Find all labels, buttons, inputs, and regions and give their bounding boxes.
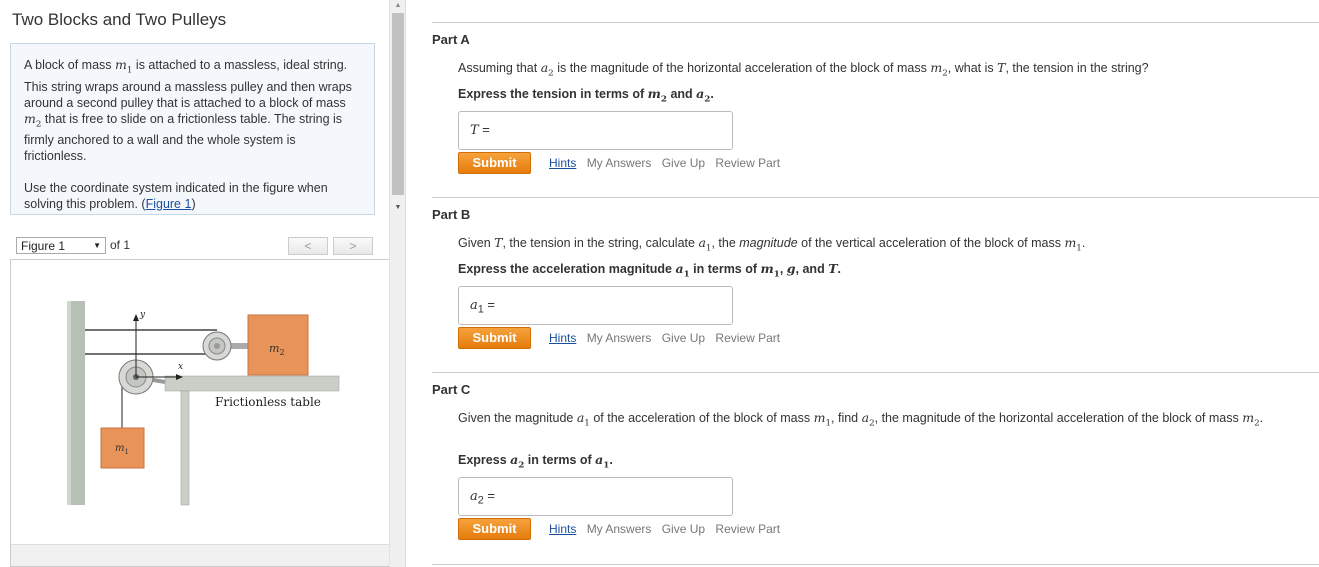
problem-paragraph-1: A block of mass m1 is attached to a mass… [24, 57, 352, 163]
part-b-submit-button[interactable]: Submit [458, 327, 531, 349]
chevron-down-icon: ▼ [93, 241, 101, 250]
part-c-give-up-link[interactable]: Give Up [662, 522, 705, 536]
x-axis-label: x [178, 362, 183, 372]
scroll-up-arrow-icon[interactable]: ▲ [390, 0, 406, 12]
part-a-give-up-link[interactable]: Give Up [662, 156, 705, 170]
part-c-submit-button[interactable]: Submit [458, 518, 531, 540]
part-a-submit-button[interactable]: Submit [458, 152, 531, 174]
figure-count: of 1 [110, 238, 131, 252]
figure-link[interactable]: Figure 1 [146, 197, 192, 211]
part-b-review-part-link[interactable]: Review Part [715, 331, 780, 345]
part-b-give-up-link[interactable]: Give Up [662, 331, 705, 345]
part-a: Part A Assuming that a2 is the magnitude… [432, 22, 1319, 192]
var-m1: m1 [115, 57, 133, 76]
problem-title: Two Blocks and Two Pulleys [12, 10, 227, 29]
part-a-instructions: Express the tension in terms of m2 and a… [458, 86, 714, 105]
problem-paragraph-2: Use the coordinate system indicated in t… [24, 181, 328, 211]
left-panel: Two Blocks and Two Pulleys A block of ma… [0, 0, 392, 567]
part-a-question: Assuming that a2 is the magnitude of the… [458, 60, 1149, 79]
part-b-answer-input[interactable]: a1 = [458, 286, 733, 325]
part-a-answer-input[interactable]: T = [458, 111, 733, 150]
part-c: Part C Given the magnitude a1 of the acc… [432, 372, 1319, 567]
part-b-heading: Part B [432, 207, 471, 222]
scroll-thumb[interactable] [392, 13, 404, 195]
part-b-instructions: Express the acceleration magnitude a1 in… [458, 261, 841, 280]
table-top [164, 375, 340, 392]
part-b-question: Given T, the tension in the string, calc… [458, 235, 1086, 254]
part-c-answer-input[interactable]: a2 = [458, 477, 733, 516]
prev-figure-button[interactable]: < [288, 237, 328, 255]
part-a-review-part-link[interactable]: Review Part [715, 156, 780, 170]
part-a-links: Hints My Answers Give Up Review Part [549, 156, 787, 170]
part-c-links: Hints My Answers Give Up Review Part [549, 522, 787, 536]
part-c-instructions: Express a2 in terms of a1. [458, 452, 613, 471]
part-c-heading: Part C [432, 382, 471, 397]
part-b-links: Hints My Answers Give Up Review Part [549, 331, 787, 345]
figure-frame: m2 y x m1 Frictionless table [10, 259, 392, 567]
part-c-question: Given the magnitude a1 of the accelerati… [458, 410, 1264, 429]
problem-statement: A block of mass m1 is attached to a mass… [10, 43, 375, 215]
part-c-review-part-link[interactable]: Review Part [715, 522, 780, 536]
figure-footer [11, 544, 391, 566]
table-leg [180, 390, 190, 506]
pulley-diagram: m2 y x m1 Frictionless table [67, 301, 340, 506]
part-c-my-answers-link[interactable]: My Answers [587, 522, 652, 536]
y-axis-label: y [139, 310, 146, 320]
part-b-hints-link[interactable]: Hints [549, 331, 576, 345]
part-a-heading: Part A [432, 32, 470, 47]
part-b: Part B Given T, the tension in the strin… [432, 197, 1319, 367]
var-m2: m2 [24, 110, 42, 130]
table-label: Frictionless table [215, 395, 321, 409]
panel-divider [405, 0, 406, 567]
part-a-my-answers-link[interactable]: My Answers [587, 156, 652, 170]
left-scrollbar[interactable]: ▲ ▼ [389, 0, 405, 567]
next-figure-button[interactable]: > [333, 237, 373, 255]
figure-select[interactable]: Figure 1 ▼ [16, 237, 106, 254]
scroll-down-arrow-icon[interactable]: ▼ [390, 202, 406, 214]
part-a-hints-link[interactable]: Hints [549, 156, 576, 170]
part-b-my-answers-link[interactable]: My Answers [587, 331, 652, 345]
part-c-hints-link[interactable]: Hints [549, 522, 576, 536]
